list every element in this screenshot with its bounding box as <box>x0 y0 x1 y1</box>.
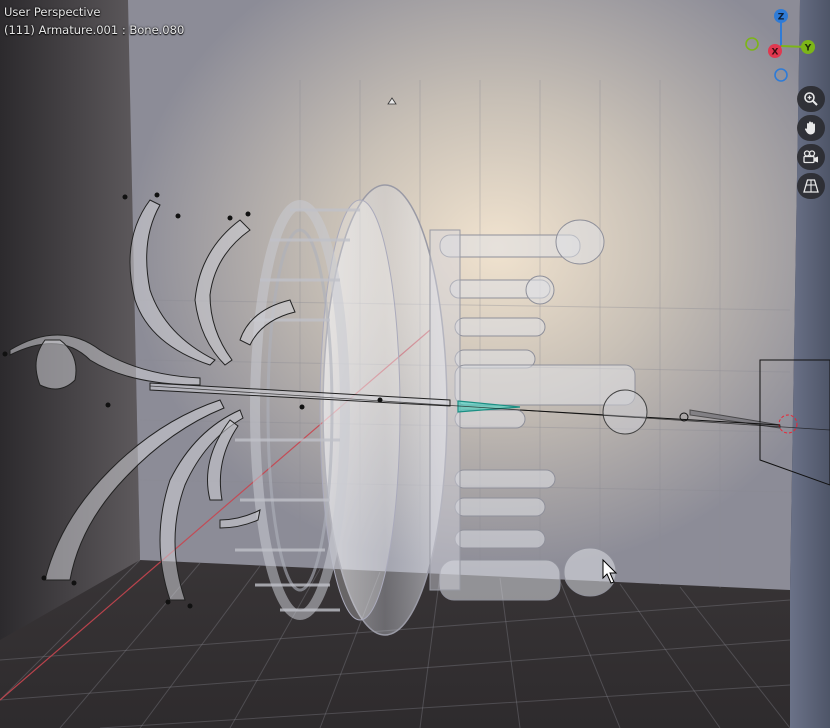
zoom-icon <box>804 92 818 106</box>
active-object-label: (111) Armature.001 : Bone.080 <box>4 23 185 37</box>
zoom-button[interactable] <box>797 86 825 112</box>
grid-ortho-icon <box>803 179 819 193</box>
viewport-scene[interactable] <box>0 0 830 728</box>
z-axis-label: Z <box>778 13 785 23</box>
pan-hand-icon <box>804 121 815 135</box>
x-axis-label: X <box>772 48 779 58</box>
axis-gizmo[interactable]: Z X Y <box>740 6 822 88</box>
view-label: User Perspective <box>4 5 101 19</box>
z-axis-handle[interactable]: Z <box>774 9 788 23</box>
pan-button[interactable] <box>797 115 825 141</box>
neg-z-axis-handle[interactable] <box>774 68 788 82</box>
y-axis-handle[interactable]: Y <box>801 40 815 54</box>
3d-viewport[interactable]: User Perspective (111) Armature.001 : Bo… <box>0 0 830 728</box>
x-axis-handle[interactable]: X <box>768 44 782 58</box>
perspective-toggle-button[interactable] <box>797 173 825 199</box>
camera-icon <box>803 150 818 164</box>
y-axis-label: Y <box>804 44 812 54</box>
neg-y-axis-handle[interactable] <box>745 37 759 51</box>
camera-view-button[interactable] <box>797 144 825 170</box>
